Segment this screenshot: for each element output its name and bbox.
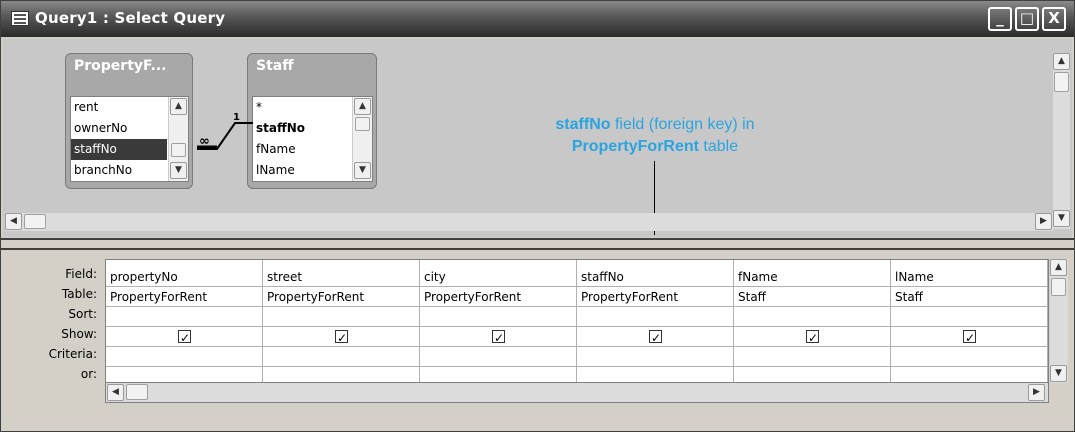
annotation-bold-1: staffNo <box>555 116 611 133</box>
scroll-up-icon[interactable]: ▲ <box>1050 259 1067 276</box>
row-label-field: Field: <box>65 267 97 281</box>
grid-column[interactable]: fName Staff <box>734 260 891 382</box>
show-checkbox[interactable] <box>492 328 505 346</box>
grid-column[interactable]: lName Staff <box>891 260 1048 382</box>
field-cell[interactable]: propertyNo <box>106 267 262 287</box>
scroll-right-icon[interactable]: ▶ <box>1028 384 1045 401</box>
show-checkbox[interactable] <box>649 328 662 346</box>
scroll-up-icon[interactable]: ▲ <box>1053 53 1070 70</box>
annotation-rest-1: field (foreign key) in <box>610 116 755 133</box>
show-cell[interactable] <box>734 327 890 347</box>
table-cell[interactable]: PropertyForRent <box>263 287 419 307</box>
criteria-cell[interactable] <box>891 347 1047 367</box>
many-label: ∞ <box>199 134 210 149</box>
or-cell[interactable] <box>734 367 890 382</box>
grid-column[interactable]: propertyNo PropertyForRent <box>106 260 263 382</box>
sort-cell[interactable] <box>734 307 890 327</box>
close-button[interactable]: X <box>1042 7 1066 31</box>
row-label-sort: Sort: <box>68 307 97 321</box>
criteria-cell[interactable] <box>577 347 733 367</box>
grid-vertical-scrollbar[interactable]: ▲ ▼ <box>1050 259 1068 383</box>
grid-column[interactable]: staffNo PropertyForRent <box>577 260 734 382</box>
or-cell[interactable] <box>420 367 576 382</box>
scroll-left-icon[interactable]: ◀ <box>5 213 22 230</box>
show-cell[interactable] <box>891 327 1047 347</box>
annotation-rest-2: table <box>698 138 739 155</box>
row-label-or: or: <box>80 367 97 381</box>
sort-cell[interactable] <box>577 307 733 327</box>
scroll-thumb[interactable] <box>126 384 148 400</box>
row-label-table: Table: <box>61 287 97 301</box>
field-cell[interactable]: street <box>263 267 419 287</box>
sort-cell[interactable] <box>263 307 419 327</box>
pane-splitter[interactable] <box>1 238 1074 250</box>
query-window: Query1 : Select Query _ □ X PropertyF...… <box>0 0 1075 432</box>
grid-column[interactable]: city PropertyForRent <box>420 260 577 382</box>
annotation-text: staffNo field (foreign key) in PropertyF… <box>520 114 790 158</box>
row-label-criteria: Criteria: <box>48 347 97 361</box>
show-checkbox[interactable] <box>806 328 819 346</box>
table-cell[interactable]: Staff <box>734 287 890 307</box>
sort-cell[interactable] <box>891 307 1047 327</box>
show-cell[interactable] <box>263 327 419 347</box>
grid-horizontal-scrollbar[interactable]: ◀ ▶ <box>105 383 1049 403</box>
show-cell[interactable] <box>577 327 733 347</box>
show-checkbox[interactable] <box>335 328 348 346</box>
field-cell[interactable]: fName <box>734 267 890 287</box>
maximize-button[interactable]: □ <box>1015 7 1039 31</box>
title-bar[interactable]: Query1 : Select Query _ □ X <box>1 1 1074 37</box>
show-cell[interactable] <box>420 327 576 347</box>
scroll-right-icon[interactable]: ▶ <box>1035 213 1052 230</box>
table-pane[interactable]: PropertyF... rent ownerNo staffNo branch… <box>3 39 1072 237</box>
criteria-cell[interactable] <box>263 347 419 367</box>
or-cell[interactable] <box>106 367 262 382</box>
one-label: 1 <box>233 112 240 123</box>
field-cell[interactable]: staffNo <box>577 267 733 287</box>
scroll-down-icon[interactable]: ▼ <box>1050 365 1067 382</box>
sort-cell[interactable] <box>420 307 576 327</box>
criteria-cell[interactable] <box>420 347 576 367</box>
minimize-button[interactable]: _ <box>988 7 1012 31</box>
field-cell[interactable]: city <box>420 267 576 287</box>
query-design-grid[interactable]: propertyNo PropertyForRent street Proper… <box>105 259 1049 383</box>
query-icon <box>11 11 29 26</box>
annotation-bold-2: PropertyForRent <box>571 138 699 155</box>
scroll-down-icon[interactable]: ▼ <box>1053 210 1070 227</box>
criteria-cell[interactable] <box>734 347 890 367</box>
sort-cell[interactable] <box>106 307 262 327</box>
scroll-thumb[interactable] <box>1054 72 1069 92</box>
relationship-line[interactable]: ∞ 1 <box>3 39 503 237</box>
or-cell[interactable] <box>577 367 733 382</box>
table-cell[interactable]: Staff <box>891 287 1047 307</box>
scroll-thumb[interactable] <box>24 214 46 229</box>
table-cell[interactable]: PropertyForRent <box>420 287 576 307</box>
or-cell[interactable] <box>891 367 1047 382</box>
or-cell[interactable] <box>263 367 419 382</box>
show-checkbox[interactable] <box>178 328 191 346</box>
window-title: Query1 : Select Query <box>35 9 226 27</box>
design-grid-pane[interactable]: Field: Table: Sort: Show: Criteria: or: … <box>3 253 1072 431</box>
field-cell[interactable]: lName <box>891 267 1047 287</box>
vertical-scrollbar[interactable]: ▲ ▼ <box>1053 53 1070 229</box>
horizontal-scrollbar[interactable]: ◀ ▶ <box>5 213 1053 231</box>
show-checkbox[interactable] <box>963 328 976 346</box>
scroll-thumb[interactable] <box>1051 278 1066 296</box>
grid-column[interactable]: street PropertyForRent <box>263 260 420 382</box>
table-cell[interactable]: PropertyForRent <box>577 287 733 307</box>
scroll-left-icon[interactable]: ◀ <box>107 384 124 401</box>
criteria-cell[interactable] <box>106 347 262 367</box>
table-cell[interactable]: PropertyForRent <box>106 287 262 307</box>
row-label-show: Show: <box>61 327 97 341</box>
show-cell[interactable] <box>106 327 262 347</box>
